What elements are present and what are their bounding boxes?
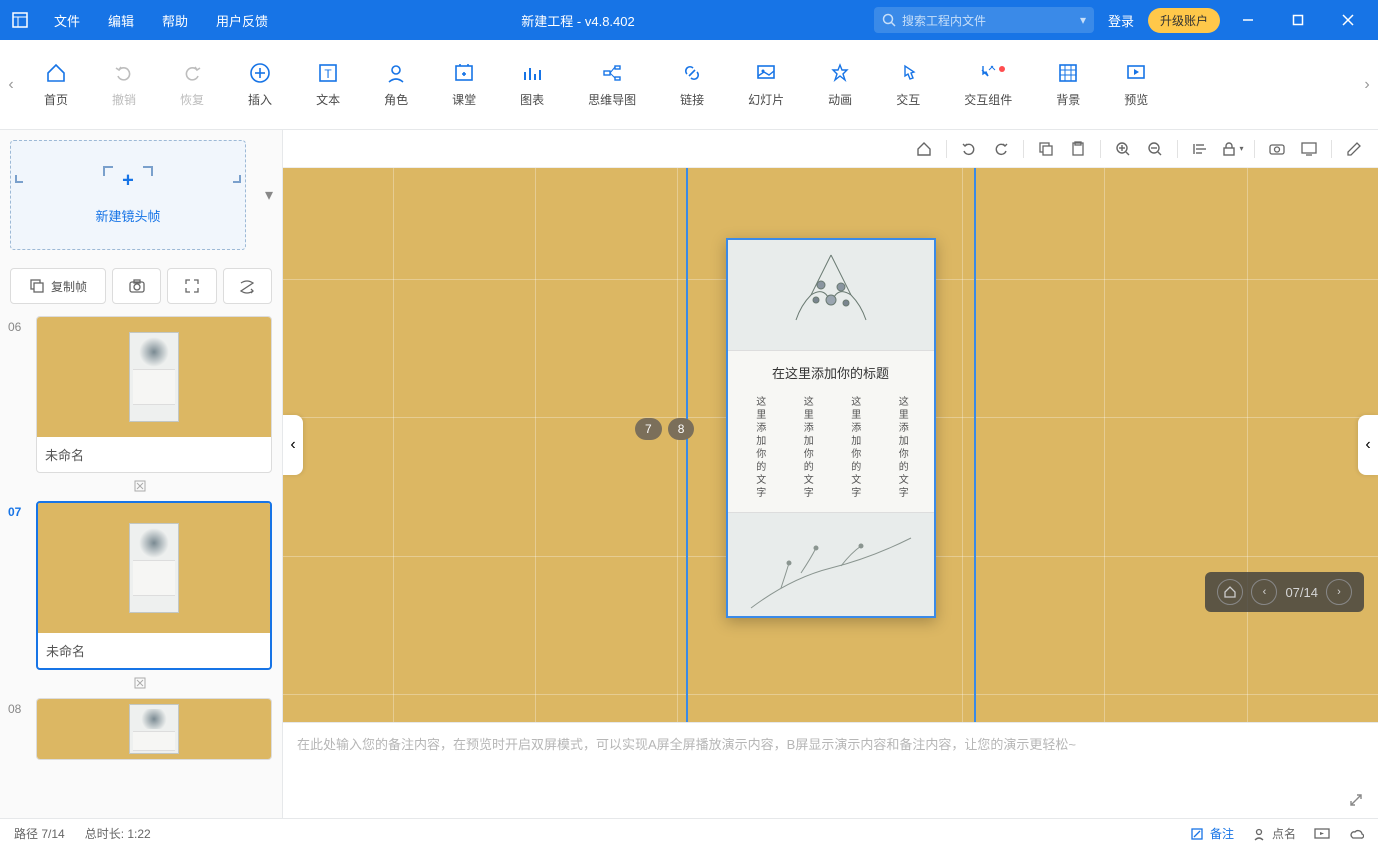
status-cloud-button[interactable]	[1348, 827, 1364, 841]
thumb-06[interactable]: 06 未命名	[8, 316, 272, 473]
ct-zoom-in[interactable]	[1109, 135, 1137, 163]
status-notes-button[interactable]: 备注	[1190, 825, 1234, 842]
tb-link[interactable]: 链接	[658, 61, 726, 108]
tb-preview[interactable]: 预览	[1102, 61, 1170, 108]
notes-placeholder: 在此处输入您的备注内容，在预览时开启双屏模式，可以实现A屏全屏播放演示内容，B屏…	[297, 733, 1364, 756]
menu-edit[interactable]: 编辑	[94, 11, 148, 30]
toolbar-scroll-left[interactable]: ‹	[0, 40, 22, 130]
slide-content[interactable]: 在这里添加你的标题 这里添加你的文字 这里添加你的文字 这里添加你的文字 这里添…	[726, 238, 936, 618]
status-rollcall-button[interactable]: 点名	[1252, 825, 1296, 842]
login-link[interactable]: 登录	[1108, 11, 1134, 30]
status-present-button[interactable]	[1314, 827, 1330, 841]
tb-redo[interactable]: 恢复	[158, 61, 226, 108]
tb-chart[interactable]: 图表	[498, 61, 566, 108]
collapse-right-panel-button[interactable]: ‹	[1358, 415, 1378, 475]
timer-icon	[8, 479, 272, 493]
ct-edit[interactable]	[1340, 135, 1368, 163]
app-logo-icon	[0, 12, 40, 28]
ct-camera[interactable]	[1263, 135, 1291, 163]
minimize-button[interactable]	[1226, 0, 1270, 40]
collapse-sidebar-button[interactable]: ‹	[283, 415, 303, 475]
search-input[interactable]: 搜索工程内文件 ▾	[874, 7, 1094, 33]
thumb-07[interactable]: 07 未命名	[8, 501, 272, 670]
path-icon	[238, 277, 256, 295]
cloud-icon	[1348, 827, 1364, 841]
menu-feedback[interactable]: 用户反馈	[202, 11, 282, 30]
toolbar-scroll-right[interactable]: ›	[1356, 40, 1378, 130]
nav-overlay: ‹ 07/14 ›	[1205, 572, 1364, 612]
nav-home-button[interactable]	[1217, 579, 1243, 605]
camera-icon	[128, 277, 146, 295]
ct-screen[interactable]	[1295, 135, 1323, 163]
ct-copy[interactable]	[1032, 135, 1060, 163]
nav-next-button[interactable]: ›	[1326, 579, 1352, 605]
timer-icon	[8, 676, 272, 690]
tb-slide[interactable]: 幻灯片	[726, 61, 806, 108]
slide-title[interactable]: 在这里添加你的标题	[736, 363, 926, 382]
titlebar: 文件 编辑 帮助 用户反馈 新建工程 - v4.8.402 搜索工程内文件 ▾ …	[0, 0, 1378, 40]
slide-col-1[interactable]: 这里添加你的文字	[752, 396, 767, 500]
tb-undo[interactable]: 撤销	[90, 61, 158, 108]
status-duration: 总时长: 1:22	[85, 825, 151, 842]
upgrade-button[interactable]: 升级账户	[1148, 8, 1220, 33]
ct-home[interactable]	[910, 135, 938, 163]
toolbar: ‹ 首页 撤销 恢复 插入 T文本 角色 课堂 图表 思维导图 链接 幻灯片 动…	[0, 40, 1378, 130]
tb-animation[interactable]: 动画	[806, 61, 874, 108]
copy-frame-button[interactable]: 复制帧	[10, 268, 106, 304]
ct-align[interactable]	[1186, 135, 1214, 163]
tb-class[interactable]: 课堂	[430, 61, 498, 108]
ct-zoom-out[interactable]	[1141, 135, 1169, 163]
expand-icon	[183, 277, 201, 295]
ct-rotate-right[interactable]	[987, 135, 1015, 163]
tb-component[interactable]: 交互组件	[942, 61, 1034, 108]
slide-col-2[interactable]: 这里添加你的文字	[799, 396, 814, 500]
ct-rotate-left[interactable]	[955, 135, 983, 163]
nav-page-indicator: 07/14	[1285, 585, 1318, 600]
svg-text:T: T	[324, 67, 332, 81]
tb-text[interactable]: T文本	[294, 61, 362, 108]
tb-mindmap[interactable]: 思维导图	[566, 61, 658, 108]
tb-background[interactable]: 背景	[1034, 61, 1102, 108]
flower-image	[728, 240, 934, 350]
branch-image	[728, 513, 934, 623]
present-icon	[1314, 827, 1330, 841]
new-frame-button[interactable]: + 新建镜头帧	[10, 140, 246, 250]
path-button[interactable]	[223, 268, 272, 304]
ct-paste[interactable]	[1064, 135, 1092, 163]
note-icon	[1190, 827, 1204, 841]
new-frame-dropdown[interactable]: ▾	[256, 185, 282, 205]
fullscreen-button[interactable]	[167, 268, 216, 304]
canvas-toolbar: ▾	[283, 130, 1378, 168]
tb-home[interactable]: 首页	[22, 61, 90, 108]
window-title: 新建工程 - v4.8.402	[282, 11, 874, 30]
close-button[interactable]	[1326, 0, 1370, 40]
person-icon	[1252, 827, 1266, 841]
slide-col-3[interactable]: 这里添加你的文字	[847, 396, 862, 500]
slide-col-4[interactable]: 这里添加你的文字	[894, 396, 909, 500]
menu-file[interactable]: 文件	[40, 11, 94, 30]
page-badge-7[interactable]: 7	[635, 418, 662, 440]
sidebar: + 新建镜头帧 ▾ 复制帧 06 未命名 07 未命名	[0, 130, 283, 818]
menu-help[interactable]: 帮助	[148, 11, 202, 30]
tb-interact[interactable]: 交互	[874, 61, 942, 108]
maximize-button[interactable]	[1276, 0, 1320, 40]
search-icon	[882, 13, 896, 27]
tb-insert[interactable]: 插入	[226, 61, 294, 108]
notes-panel[interactable]: 在此处输入您的备注内容，在预览时开启双屏模式，可以实现A屏全屏播放演示内容，B屏…	[283, 722, 1378, 818]
page-badge-8[interactable]: 8	[668, 418, 695, 440]
search-placeholder: 搜索工程内文件	[902, 12, 986, 29]
copy-icon	[29, 278, 45, 294]
canvas-panel: ▾ 7 8 在这里添加你的标题	[283, 130, 1378, 818]
status-bar: 路径 7/14 总时长: 1:22 备注 点名	[0, 818, 1378, 848]
nav-prev-button[interactable]: ‹	[1251, 579, 1277, 605]
camera-button[interactable]	[112, 268, 161, 304]
chevron-down-icon[interactable]: ▾	[1080, 13, 1086, 27]
notes-expand-button[interactable]	[1348, 792, 1364, 808]
status-path: 路径 7/14	[14, 825, 65, 842]
thumbnails-list: 06 未命名 07 未命名 08	[0, 312, 282, 818]
canvas[interactable]: 7 8 在这里添加你的标题 这里添加你的文字 这里添加你的文字 这里添加你的文字…	[283, 168, 1378, 722]
ct-lock[interactable]: ▾	[1218, 135, 1246, 163]
thumb-08[interactable]: 08	[8, 698, 272, 760]
tb-role[interactable]: 角色	[362, 61, 430, 108]
